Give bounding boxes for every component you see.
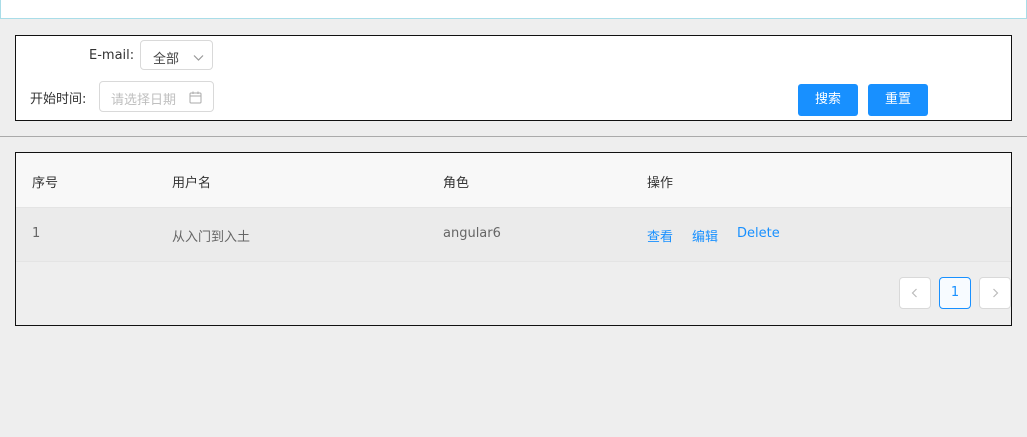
- column-header-role: 角色: [443, 176, 470, 191]
- table-header: 序号 用户名 角色 操作: [16, 153, 1011, 208]
- row-username: 从入门到入土: [172, 230, 251, 245]
- date-picker-input[interactable]: 请选择日期: [99, 81, 214, 112]
- search-button[interactable]: 搜索: [798, 84, 858, 116]
- delete-link[interactable]: Delete: [737, 226, 780, 241]
- view-link[interactable]: 查看: [647, 226, 673, 245]
- reset-button[interactable]: 重置: [868, 84, 928, 116]
- email-select[interactable]: 全部: [140, 40, 213, 70]
- column-header-index: 序号: [32, 176, 59, 191]
- section-divider: [0, 136, 1027, 137]
- calendar-icon: [189, 91, 202, 108]
- start-time-label: 开始时间:: [30, 92, 87, 107]
- email-select-value: 全部: [153, 52, 180, 67]
- filter-panel: E-mail: 全部 开始时间: 请选择日期 搜索 重置: [15, 35, 1012, 121]
- next-page-button[interactable]: [979, 277, 1011, 309]
- column-header-username: 用户名: [172, 176, 212, 191]
- top-bar: [0, 0, 1027, 19]
- row-index: 1: [32, 226, 41, 241]
- chevron-down-icon: [193, 51, 204, 66]
- column-header-actions: 操作: [647, 176, 674, 191]
- date-placeholder: 请选择日期: [111, 93, 177, 108]
- user-table: 序号 用户名 角色 操作 1 从入门到入土 angular6 查看 编辑 Del…: [15, 152, 1012, 326]
- row-role: angular6: [443, 226, 501, 241]
- email-label: E-mail:: [89, 48, 135, 63]
- prev-page-button[interactable]: [899, 277, 931, 309]
- table-row: 1 从入门到入土 angular6 查看 编辑 Delete: [16, 208, 1011, 262]
- edit-link[interactable]: 编辑: [692, 226, 718, 245]
- page-number-button[interactable]: 1: [939, 277, 971, 309]
